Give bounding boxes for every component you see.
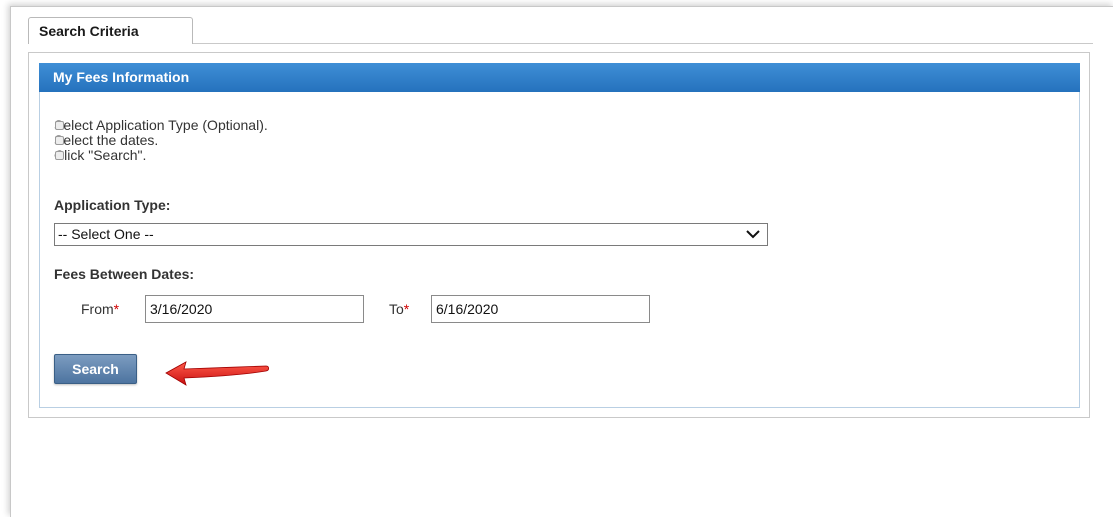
chevron-down-icon [746,230,760,239]
instruction-text: Select Application Type (Optional). [54,117,268,133]
from-date-input[interactable]: 3/16/2020 [145,295,364,323]
to-date-input[interactable]: 6/16/2020 [431,295,650,323]
square-bullet-icon [55,136,64,145]
tab-search-criteria[interactable]: Search Criteria [28,17,193,44]
search-button[interactable]: Search [54,354,137,384]
panel-title: My Fees Information [39,63,1080,92]
instruction-item: Click "Search". [26,148,268,163]
fees-between-dates-label: Fees Between Dates: [54,266,195,282]
instructions-list: Select Application Type (Optional). Sele… [26,118,268,163]
application-type-selected: -- Select One -- [58,226,154,242]
instruction-text: Select the dates. [54,132,159,148]
required-marker: * [113,301,120,317]
square-bullet-icon [55,151,64,160]
application-type-select[interactable]: -- Select One -- [54,223,768,246]
to-label-text: To [389,301,404,317]
required-marker: * [403,301,410,317]
red-arrow-icon [165,361,270,386]
to-label: To* [389,301,409,317]
from-label: From* [81,301,119,317]
instruction-text: Click "Search". [54,147,147,163]
application-type-label: Application Type: [54,197,171,213]
square-bullet-icon [55,121,64,130]
instruction-item: Select Application Type (Optional). [26,118,268,133]
tab-strip-divider [193,43,1093,44]
from-label-text: From [81,301,114,317]
instruction-item: Select the dates. [26,133,268,148]
